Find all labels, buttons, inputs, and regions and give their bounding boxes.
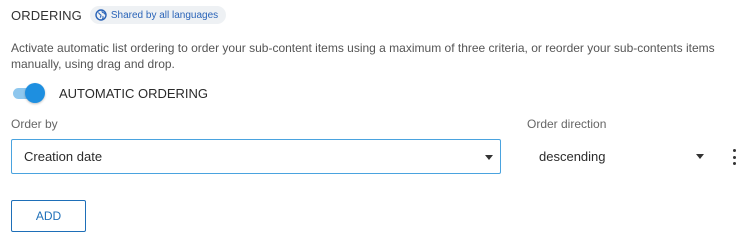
ordering-header: ORDERING Shared by all languages [11, 6, 227, 24]
ordering-description: Activate automatic list ordering to orde… [11, 41, 715, 71]
globe-icon [95, 9, 107, 21]
automatic-ordering-row: AUTOMATIC ORDERING [11, 82, 208, 104]
order-by-select[interactable]: Creation date [11, 139, 501, 174]
add-button[interactable]: ADD [11, 200, 86, 232]
order-direction-select[interactable]: descending [527, 139, 711, 174]
order-by-value: Creation date [24, 149, 103, 164]
toggle-knob [25, 83, 45, 103]
section-title: ORDERING [11, 7, 82, 23]
automatic-ordering-toggle[interactable] [11, 82, 45, 104]
chevron-down-icon [485, 155, 493, 160]
chevron-down-icon [696, 154, 704, 159]
more-options-icon[interactable] [729, 149, 739, 165]
shared-badge-label: Shared by all languages [110, 9, 219, 21]
shared-badge: Shared by all languages [89, 6, 227, 24]
automatic-ordering-label: AUTOMATIC ORDERING [59, 85, 209, 101]
order-direction-value: descending [539, 149, 606, 164]
order-direction-label: Order direction [527, 117, 607, 131]
order-by-label: Order by [11, 117, 58, 131]
